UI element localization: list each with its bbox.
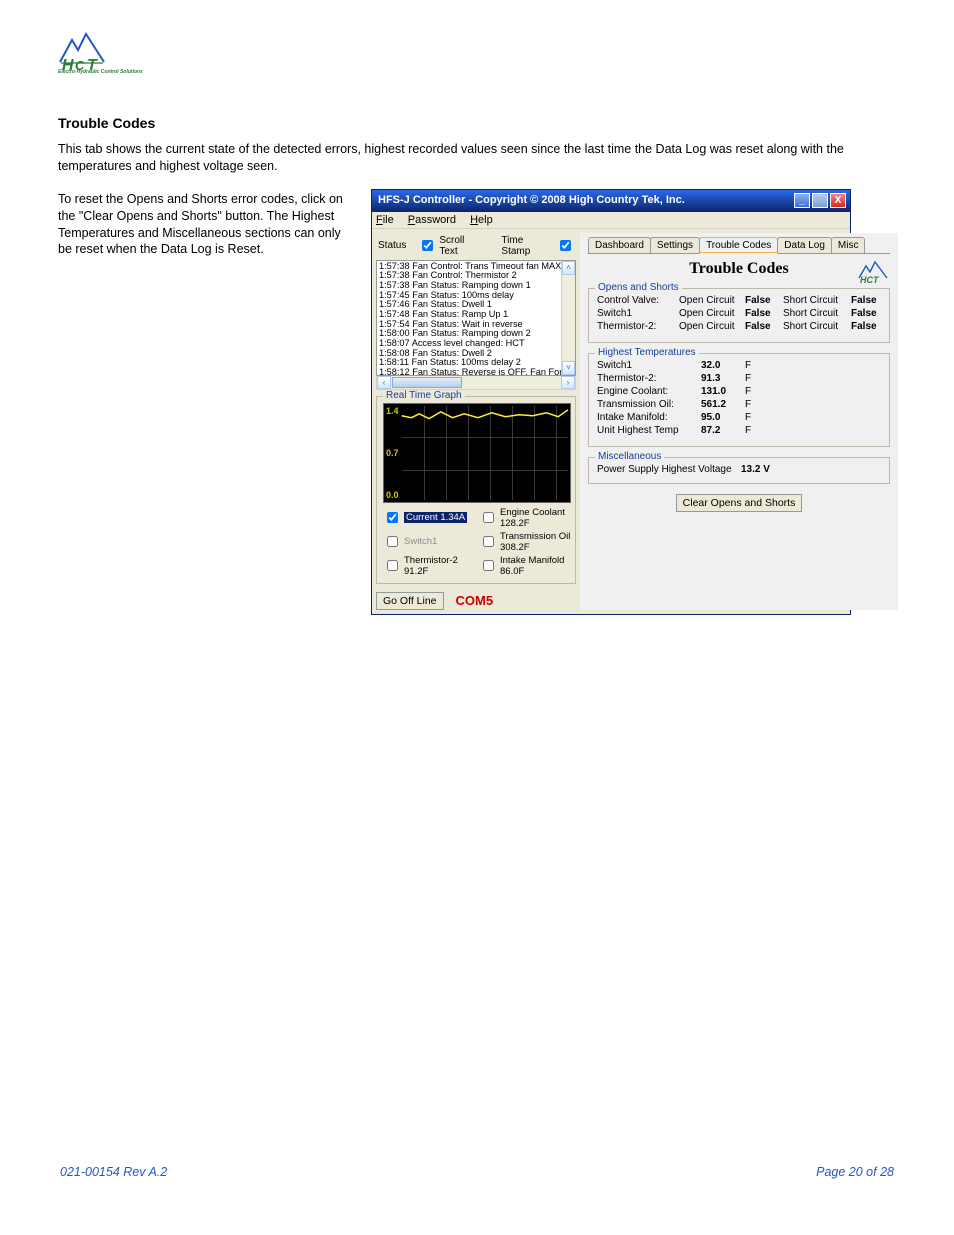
menu-file[interactable]: File [376, 214, 394, 226]
scroll-right-icon[interactable]: › [561, 376, 575, 389]
com-port-label: COM5 [456, 593, 494, 608]
window-titlebar[interactable]: HFS-J Controller - Copyright © 2008 High… [372, 190, 850, 212]
log-horizontal-scrollbar[interactable]: ‹ › [376, 375, 576, 390]
app-window: HFS-J Controller - Copyright © 2008 High… [371, 189, 851, 615]
real-time-graph-group: Real Time Graph 1.4 0.7 0.0 [376, 396, 576, 584]
temp-row: Switch132.0F [597, 360, 881, 371]
menu-password[interactable]: Password [408, 214, 456, 226]
menu-help[interactable]: Help [470, 214, 493, 226]
status-label: Status [378, 240, 406, 251]
scroll-down-icon[interactable]: ˅ [562, 361, 575, 375]
temp-row: Unit Highest Temp87.2F [597, 425, 881, 436]
temp-row: Engine Coolant:131.0F [597, 386, 881, 397]
status-log[interactable]: 1:57:38 Fan Control: Trans Timeout fan M… [376, 260, 576, 376]
opens-shorts-row: Switch1Open CircuitFalseShort CircuitFal… [597, 308, 881, 319]
tab-strip[interactable]: Dashboard Settings Trouble Codes Data Lo… [588, 237, 890, 254]
legend-transmission-oil[interactable]: Transmission Oil 308.2F [479, 531, 571, 553]
temp-row: Transmission Oil:561.2F [597, 399, 881, 410]
log-line: 1:58:12 Fan Status: Reverse is OFF, Fan … [379, 368, 573, 376]
psu-voltage-label: Power Supply Highest Voltage [597, 464, 737, 475]
opens-shorts-row: Thermistor-2:Open CircuitFalseShort Circ… [597, 321, 881, 332]
opens-shorts-row: Control Valve:Open CircuitFalseShort Cir… [597, 295, 881, 306]
tab-settings[interactable]: Settings [650, 237, 700, 253]
legend-current[interactable]: Current 1.34A [383, 507, 475, 529]
highest-temps-group: Highest Temperatures Switch132.0FThermis… [588, 353, 890, 447]
legend-engine-coolant[interactable]: Engine Coolant 128.2F [479, 507, 571, 529]
intro-paragraph: This tab shows the current state of the … [58, 141, 896, 175]
go-offline-button[interactable]: Go Off Line [376, 592, 444, 610]
misc-group: Miscellaneous Power Supply Highest Volta… [588, 457, 890, 484]
scroll-left-icon[interactable]: ‹ [377, 376, 391, 389]
real-time-graph[interactable]: 1.4 0.7 0.0 [383, 403, 571, 503]
footer-revision: 021-00154 Rev A.2 [60, 1165, 167, 1179]
tab-data-log[interactable]: Data Log [777, 237, 832, 253]
scroll-thumb[interactable] [392, 377, 462, 388]
temp-row: Thermistor-2:91.3F [597, 373, 881, 384]
menu-bar[interactable]: File Password Help [372, 212, 850, 229]
scroll-text-checkbox[interactable]: Scroll Text [418, 235, 483, 257]
legend-switch1[interactable]: Switch1 [383, 531, 475, 553]
temp-row: Intake Manifold:95.0F [597, 412, 881, 423]
maximize-button[interactable]: □ [812, 193, 828, 208]
section-heading: Trouble Codes [58, 115, 896, 131]
tab-trouble-codes[interactable]: Trouble Codes [699, 237, 778, 254]
legend-intake-manifold[interactable]: Intake Manifold 86.0F [479, 555, 571, 577]
clear-opens-shorts-button[interactable]: Clear Opens and Shorts [676, 494, 803, 512]
footer-page-number: Page 20 of 28 [816, 1165, 894, 1179]
hct-logo-icon: HCT [858, 260, 888, 287]
time-stamp-checkbox[interactable]: Time Stamp [501, 235, 574, 257]
panel-title: Trouble Codes [689, 260, 788, 278]
legend-thermistor2[interactable]: Thermistor-2 91.2F [383, 555, 475, 577]
svg-text:HCT: HCT [860, 275, 880, 284]
minimize-button[interactable]: _ [794, 193, 810, 208]
psu-voltage-value: 13.2 V [741, 464, 777, 475]
scroll-up-icon[interactable]: ˄ [562, 261, 575, 275]
page-footer: 021-00154 Rev A.2 Page 20 of 28 [58, 1165, 896, 1179]
page-logo: H C T Electro-Hydraulic Control Solution… [58, 30, 896, 75]
side-paragraph: To reset the Opens and Shorts error code… [58, 191, 348, 259]
close-button[interactable]: X [830, 193, 846, 208]
tab-dashboard[interactable]: Dashboard [588, 237, 651, 253]
tab-misc[interactable]: Misc [831, 237, 866, 253]
window-title: HFS-J Controller - Copyright © 2008 High… [378, 194, 685, 206]
log-vertical-scrollbar[interactable]: ˄ ˅ [561, 261, 575, 375]
opens-shorts-group: Opens and Shorts Control Valve:Open Circ… [588, 288, 890, 343]
